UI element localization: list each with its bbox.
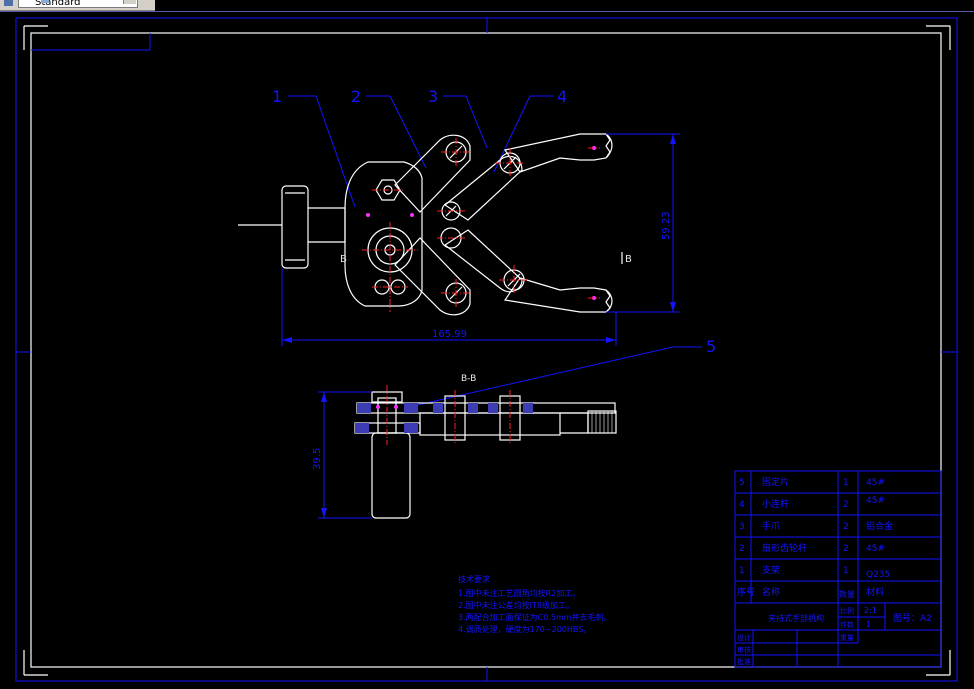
part-2-no: 2	[739, 544, 745, 554]
part-2-qty: 2	[843, 544, 849, 554]
part-4-no: 4	[739, 500, 745, 510]
part-1-name: 支架	[762, 564, 780, 576]
dimension-height-label: 59.23	[661, 211, 672, 240]
drawing-name: 夹持式手部机构	[768, 613, 824, 623]
sheet-number: 图号：A2	[893, 613, 932, 624]
material-label: 重量	[840, 634, 854, 642]
approver-label: 批准	[737, 657, 751, 666]
part-4-qty: 2	[843, 500, 849, 510]
weight-value: 1	[866, 620, 871, 629]
part-5-name: 固定片	[762, 476, 789, 488]
part-2-material: 45#	[866, 544, 885, 554]
section-view-label: B-B	[461, 374, 476, 384]
section-mark-left: B	[340, 254, 347, 265]
technical-notes: 技术要求 1.图中未注工艺圆角均按R2加工。 2.图中未注公差均按IT8级加工。…	[458, 574, 612, 634]
dimension-width-label: 165.99	[432, 329, 467, 340]
notes-title: 技术要求	[458, 574, 490, 584]
dimension-side-label: 39.5	[312, 448, 323, 470]
part-3-name: 手爪	[762, 520, 780, 532]
checker-label: 审核	[737, 645, 751, 654]
title-block: 夹持式手部机构 比例 2:1 件数 1 图号：A2 重量 设计 审核 批准	[737, 606, 932, 666]
part-5-no: 5	[739, 478, 745, 488]
notes-item-3: 3.两配合加工面保证为C0.5mm并去毛刺。	[458, 612, 612, 622]
section-mark-right: B	[625, 254, 632, 265]
notes-item-2: 2.图中未注公差均按IT8级加工。	[458, 600, 574, 610]
callout-2: 2	[351, 87, 361, 106]
callout-5: 5	[706, 337, 716, 356]
part-3-no: 3	[739, 522, 745, 532]
part-1-no: 1	[739, 566, 745, 576]
part-1-material: Q235	[866, 570, 890, 580]
header-name: 名称	[762, 586, 780, 598]
gripper-front-view	[238, 133, 613, 316]
cad-drawing[interactable]: 1 2 3 4 5 B B 165.99 59.23 B-B 39.5 技术要求…	[0, 0, 974, 689]
part-5-material: 45#	[866, 478, 885, 488]
callout-leaders	[288, 95, 702, 408]
scale-value: 2:1	[864, 606, 877, 615]
part-4-name: 小连杆	[762, 498, 789, 510]
scale-label: 比例	[840, 606, 854, 615]
part-2-name: 扇形齿轮杆	[762, 542, 807, 554]
part-1-qty: 1	[843, 566, 849, 576]
designer-label: 设计	[737, 633, 751, 642]
part-4-material: 45#	[866, 496, 885, 506]
callout-4: 4	[557, 87, 567, 106]
part-3-qty: 2	[843, 522, 849, 532]
notes-item-4: 4.调质处理，硬度为170~200HBS。	[458, 624, 591, 634]
part-3-material: 铝合金	[866, 520, 893, 532]
gripper-section-view	[354, 385, 617, 519]
callout-1: 1	[272, 87, 282, 106]
weight-label: 件数	[840, 620, 854, 629]
header-no: 序号	[737, 586, 755, 598]
header-material: 材料	[866, 586, 884, 598]
part-5-qty: 1	[843, 478, 849, 488]
notes-item-1: 1.图中未注工艺圆角均按R2加工。	[458, 588, 580, 598]
header-qty: 数量	[839, 589, 855, 599]
callout-3: 3	[428, 87, 438, 106]
